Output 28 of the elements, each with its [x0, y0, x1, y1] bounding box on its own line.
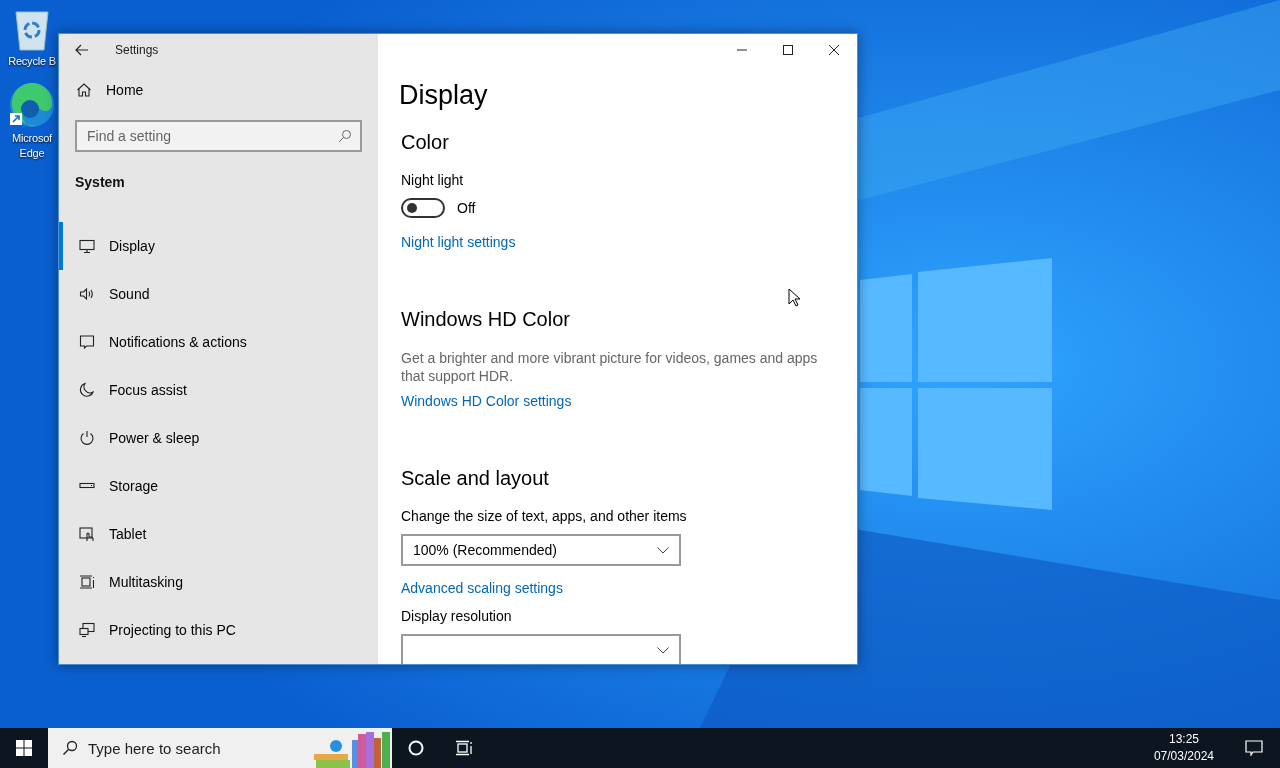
sidebar-item[interactable]: Storage: [59, 462, 378, 510]
section-heading: Scale and layout: [401, 467, 550, 490]
description-text: Get a brighter and more vibrant picture for videos, games and apps that support HDR.: [401, 349, 819, 385]
settings-link[interactable]: Windows HD Color settings: [401, 393, 572, 409]
search-field[interactable]: Find a setting: [75, 120, 362, 152]
sidebar-item[interactable]: Multitasking: [59, 558, 378, 606]
sidebar-item[interactable]: Sound: [59, 270, 378, 318]
page-title: Display: [399, 80, 489, 111]
sidebar-item[interactable]: Power & sleep: [59, 414, 378, 462]
dropdown[interactable]: 100% (Recommended): [401, 534, 681, 566]
setting-label: Change the size of text, apps, and other items: [401, 508, 688, 524]
window-title: Settings: [115, 43, 159, 57]
section-title: System: [75, 174, 126, 190]
settings-link[interactable]: Night light settings: [401, 234, 516, 250]
settings-link[interactable]: Advanced scaling settings: [401, 580, 563, 596]
taskbar-clock[interactable]: 13:25 07/03/2024: [1147, 730, 1220, 766]
setting-label: Night light: [401, 172, 465, 188]
setting-label: Display resolution: [401, 608, 513, 624]
sidebar-item[interactable]: Focus assist: [59, 366, 378, 414]
desktop-icon-label[interactable]: Recycle B: [8, 54, 56, 69]
sidebar-item[interactable]: Notifications & actions: [59, 318, 378, 366]
section-heading: Windows HD Color: [401, 308, 571, 331]
section-heading: Color: [401, 131, 450, 154]
sidebar-item[interactable]: Tablet: [59, 510, 378, 558]
toggle-state: Off: [457, 200, 476, 216]
home-link[interactable]: Home: [76, 74, 144, 106]
desktop-icon-label[interactable]: Microsof Edge: [12, 131, 52, 161]
sidebar-item[interactable]: Projecting to this PC: [59, 606, 378, 654]
